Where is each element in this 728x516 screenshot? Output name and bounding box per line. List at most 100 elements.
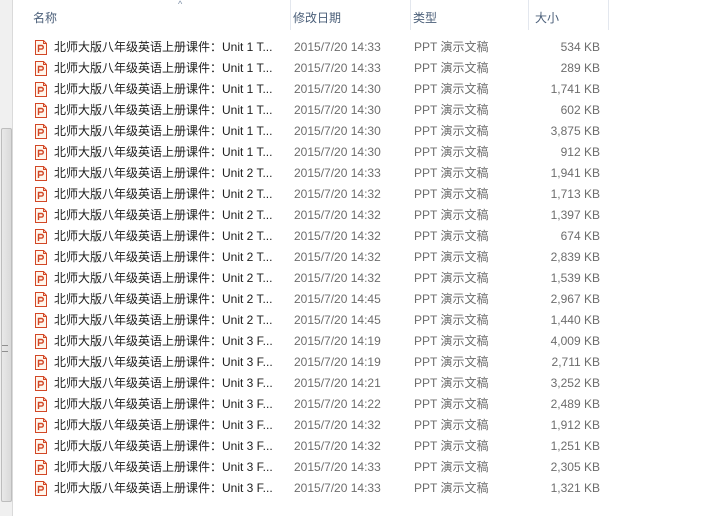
powerpoint-file-icon xyxy=(34,208,48,223)
file-size: 2,305 KB xyxy=(550,460,600,474)
file-date-modified: 2015/7/20 14:32 xyxy=(294,418,381,432)
file-row[interactable]: 北师大版八年级英语上册课件：Unit 3 F... 2015/7/20 14:32… xyxy=(13,415,728,436)
column-header-type-label: 类型 xyxy=(413,11,438,25)
file-row[interactable]: 北师大版八年级英语上册课件：Unit 1 T... 2015/7/20 14:30… xyxy=(13,79,728,100)
file-row[interactable]: 北师大版八年级英语上册课件：Unit 1 T... 2015/7/20 14:30… xyxy=(13,100,728,121)
file-size: 2,839 KB xyxy=(550,250,600,264)
file-date-modified: 2015/7/20 14:33 xyxy=(294,460,381,474)
scrollbar-thumb[interactable] xyxy=(1,128,12,502)
file-date-modified: 2015/7/20 14:30 xyxy=(294,145,381,159)
file-date-modified: 2015/7/20 14:32 xyxy=(294,208,381,222)
powerpoint-file-icon xyxy=(34,439,48,454)
powerpoint-file-icon xyxy=(34,313,48,328)
file-row[interactable]: 北师大版八年级英语上册课件：Unit 2 T... 2015/7/20 14:45… xyxy=(13,289,728,310)
file-date-modified: 2015/7/20 14:19 xyxy=(294,355,381,369)
file-row[interactable]: 北师大版八年级英语上册课件：Unit 1 T... 2015/7/20 14:33… xyxy=(13,37,728,58)
file-row[interactable]: 北师大版八年级英语上册课件：Unit 2 T... 2015/7/20 14:32… xyxy=(13,205,728,226)
file-type: PPT 演示文稿 xyxy=(414,250,489,264)
powerpoint-file-icon xyxy=(34,292,48,307)
file-explorer-window: 名称 ^ 修改日期 类型 大小 北师大版八年级英语上册课件：Unit 1 T..… xyxy=(0,0,728,516)
file-type: PPT 演示文稿 xyxy=(414,166,489,180)
file-row[interactable]: 北师大版八年级英语上册课件：Unit 3 F... 2015/7/20 14:19… xyxy=(13,352,728,373)
file-row[interactable]: 北师大版八年级英语上册课件：Unit 3 F... 2015/7/20 14:21… xyxy=(13,373,728,394)
file-name: 北师大版八年级英语上册课件：Unit 2 T... xyxy=(54,208,273,222)
file-size: 1,713 KB xyxy=(550,187,600,201)
file-row[interactable]: 北师大版八年级英语上册课件：Unit 1 T... 2015/7/20 14:33… xyxy=(13,58,728,79)
file-row[interactable]: 北师大版八年级英语上册课件：Unit 3 F... 2015/7/20 14:22… xyxy=(13,394,728,415)
file-type: PPT 演示文稿 xyxy=(414,376,489,390)
file-type: PPT 演示文稿 xyxy=(414,82,489,96)
file-row[interactable]: 北师大版八年级英语上册课件：Unit 2 T... 2015/7/20 14:32… xyxy=(13,268,728,289)
file-type: PPT 演示文稿 xyxy=(414,481,489,495)
file-size: 602 KB xyxy=(560,103,600,117)
file-size: 674 KB xyxy=(560,229,600,243)
column-header-date-label: 修改日期 xyxy=(293,11,342,25)
file-size: 1,440 KB xyxy=(550,313,600,327)
powerpoint-file-icon xyxy=(34,166,48,181)
powerpoint-file-icon xyxy=(34,376,48,391)
file-row[interactable]: 北师大版八年级英语上册课件：Unit 2 T... 2015/7/20 14:32… xyxy=(13,184,728,205)
file-date-modified: 2015/7/20 14:33 xyxy=(294,481,381,495)
powerpoint-file-icon xyxy=(34,334,48,349)
file-type: PPT 演示文稿 xyxy=(414,40,489,54)
scrollbar-grip-icon xyxy=(2,345,8,352)
file-date-modified: 2015/7/20 14:22 xyxy=(294,397,381,411)
file-type: PPT 演示文稿 xyxy=(414,355,489,369)
powerpoint-file-icon xyxy=(34,82,48,97)
column-header-bar: 名称 ^ 修改日期 类型 大小 xyxy=(13,0,728,30)
file-type: PPT 演示文稿 xyxy=(414,292,489,306)
powerpoint-file-icon xyxy=(34,481,48,496)
file-size: 2,711 KB xyxy=(551,355,600,369)
file-row[interactable]: 北师大版八年级英语上册课件：Unit 3 F... 2015/7/20 14:32… xyxy=(13,436,728,457)
file-name: 北师大版八年级英语上册课件：Unit 1 T... xyxy=(54,82,273,96)
file-type: PPT 演示文稿 xyxy=(414,460,489,474)
powerpoint-file-icon xyxy=(34,397,48,412)
file-size: 2,489 KB xyxy=(550,397,600,411)
file-row[interactable]: 北师大版八年级英语上册课件：Unit 2 T... 2015/7/20 14:32… xyxy=(13,226,728,247)
file-name: 北师大版八年级英语上册课件：Unit 2 T... xyxy=(54,292,273,306)
file-row[interactable]: 北师大版八年级英语上册课件：Unit 1 T... 2015/7/20 14:30… xyxy=(13,121,728,142)
file-type: PPT 演示文稿 xyxy=(414,418,489,432)
file-name: 北师大版八年级英语上册课件：Unit 3 F... xyxy=(54,460,273,474)
file-row[interactable]: 北师大版八年级英语上册课件：Unit 3 F... 2015/7/20 14:33… xyxy=(13,457,728,478)
file-date-modified: 2015/7/20 14:45 xyxy=(294,292,381,306)
file-name: 北师大版八年级英语上册课件：Unit 1 T... xyxy=(54,124,273,138)
file-type: PPT 演示文稿 xyxy=(414,145,489,159)
column-header-date-modified[interactable]: 修改日期 xyxy=(291,0,411,30)
file-name: 北师大版八年级英语上册课件：Unit 3 F... xyxy=(54,334,273,348)
file-size: 1,397 KB xyxy=(550,208,600,222)
column-header-name[interactable]: 名称 ^ xyxy=(25,0,291,30)
file-date-modified: 2015/7/20 14:21 xyxy=(294,376,381,390)
file-size: 1,251 KB xyxy=(550,439,600,453)
column-header-size-label: 大小 xyxy=(535,11,560,25)
file-name: 北师大版八年级英语上册课件：Unit 3 F... xyxy=(54,439,273,453)
file-date-modified: 2015/7/20 14:32 xyxy=(294,250,381,264)
file-date-modified: 2015/7/20 14:32 xyxy=(294,229,381,243)
file-size: 1,321 KB xyxy=(550,481,600,495)
file-name: 北师大版八年级英语上册课件：Unit 3 F... xyxy=(54,397,273,411)
file-type: PPT 演示文稿 xyxy=(414,208,489,222)
file-name: 北师大版八年级英语上册课件：Unit 3 F... xyxy=(54,376,273,390)
file-name: 北师大版八年级英语上册课件：Unit 2 T... xyxy=(54,313,273,327)
file-name: 北师大版八年级英语上册课件：Unit 1 T... xyxy=(54,103,273,117)
file-date-modified: 2015/7/20 14:33 xyxy=(294,40,381,54)
file-row[interactable]: 北师大版八年级英语上册课件：Unit 2 T... 2015/7/20 14:33… xyxy=(13,163,728,184)
column-header-size[interactable]: 大小 xyxy=(529,0,609,30)
file-row[interactable]: 北师大版八年级英语上册课件：Unit 2 T... 2015/7/20 14:32… xyxy=(13,247,728,268)
file-size: 534 KB xyxy=(560,40,600,54)
file-type: PPT 演示文稿 xyxy=(414,103,489,117)
file-row[interactable]: 北师大版八年级英语上册课件：Unit 3 F... 2015/7/20 14:19… xyxy=(13,331,728,352)
file-type: PPT 演示文稿 xyxy=(414,439,489,453)
file-date-modified: 2015/7/20 14:19 xyxy=(294,334,381,348)
file-name: 北师大版八年级英语上册课件：Unit 2 T... xyxy=(54,250,273,264)
file-date-modified: 2015/7/20 14:32 xyxy=(294,187,381,201)
navigation-pane-scrollbar[interactable] xyxy=(0,0,13,516)
column-header-type[interactable]: 类型 xyxy=(411,0,529,30)
file-row[interactable]: 北师大版八年级英语上册课件：Unit 2 T... 2015/7/20 14:45… xyxy=(13,310,728,331)
column-header-name-label: 名称 xyxy=(33,11,58,25)
file-size: 289 KB xyxy=(560,61,600,75)
file-row[interactable]: 北师大版八年级英语上册课件：Unit 3 F... 2015/7/20 14:33… xyxy=(13,478,728,499)
file-date-modified: 2015/7/20 14:30 xyxy=(294,103,381,117)
file-row[interactable]: 北师大版八年级英语上册课件：Unit 1 T... 2015/7/20 14:30… xyxy=(13,142,728,163)
file-date-modified: 2015/7/20 14:32 xyxy=(294,439,381,453)
